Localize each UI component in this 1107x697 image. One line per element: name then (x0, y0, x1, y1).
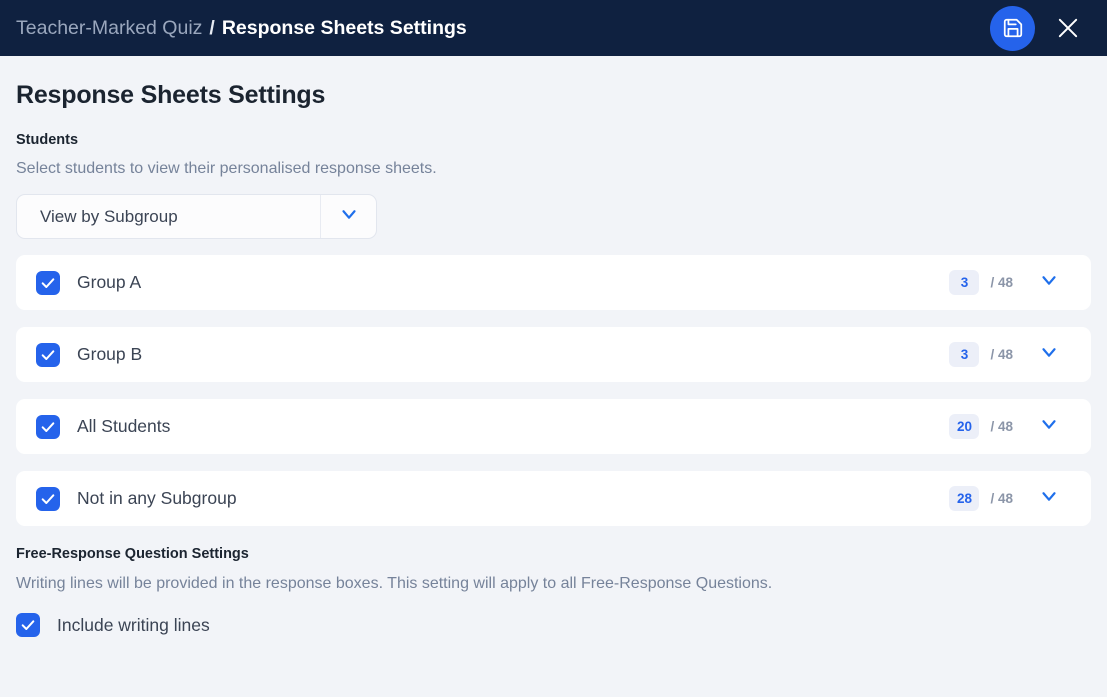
subgroup-checkbox[interactable] (36, 270, 60, 295)
students-section-label: Students (16, 132, 79, 148)
subgroup-list: Group A 3 / 48 Group B 3 / 48 All Studen… (16, 255, 1091, 526)
include-writing-lines-row[interactable]: Include writing lines (16, 613, 210, 637)
view-by-select-value: View by Subgroup (40, 206, 178, 226)
chevron-down-icon (1038, 269, 1060, 296)
subgroup-checkbox[interactable] (36, 486, 60, 511)
breadcrumb-separator: / (209, 16, 215, 39)
table-row[interactable]: All Students 20 / 48 (16, 399, 1091, 454)
subgroup-label: Group A (77, 272, 142, 292)
selected-count-badge: 28 (949, 486, 980, 511)
subgroup-row-right: 3 / 48 (949, 341, 1075, 368)
check-icon (40, 419, 56, 435)
include-writing-lines-checkbox[interactable] (16, 613, 40, 637)
table-row[interactable]: Group B 3 / 48 (16, 327, 1091, 382)
breadcrumb-current: Response Sheets Settings (221, 16, 467, 39)
subgroup-row-right: 3 / 48 (949, 269, 1075, 296)
app-header: Teacher-Marked Quiz / Response Sheets Se… (0, 0, 1107, 56)
total-count-label: / 48 (990, 491, 1013, 506)
check-icon (40, 275, 56, 291)
chevron-down-icon (1038, 485, 1060, 512)
view-by-select-arrow[interactable] (320, 195, 376, 238)
save-button[interactable] (990, 5, 1035, 51)
expand-row-button[interactable] (1023, 413, 1075, 440)
subgroup-label: All Students (77, 416, 171, 436)
table-row[interactable]: Group A 3 / 48 (16, 255, 1091, 310)
check-icon (40, 491, 56, 507)
subgroup-row-right: 28 / 48 (949, 485, 1075, 512)
settings-content: Response Sheets Settings Students Select… (0, 81, 1107, 637)
chevron-down-icon (1038, 341, 1060, 368)
subgroup-checkbox[interactable] (36, 342, 60, 367)
include-writing-lines-label: Include writing lines (57, 614, 210, 635)
selected-count-badge: 20 (949, 414, 980, 439)
chevron-down-icon (1038, 413, 1060, 440)
students-section-description: Select students to view their personalis… (16, 160, 437, 177)
subgroup-label: Not in any Subgroup (77, 488, 237, 508)
subgroup-checkbox[interactable] (36, 414, 60, 439)
check-icon (40, 347, 56, 363)
total-count-label: / 48 (990, 347, 1013, 362)
table-row[interactable]: Not in any Subgroup 28 / 48 (16, 471, 1091, 526)
subgroup-row-right: 20 / 48 (949, 413, 1075, 440)
breadcrumb: Teacher-Marked Quiz / Response Sheets Se… (16, 17, 467, 40)
free-response-section-description: Writing lines will be provided in the re… (16, 575, 773, 592)
breadcrumb-parent-link[interactable]: Teacher-Marked Quiz (16, 17, 202, 40)
check-icon (20, 617, 36, 633)
expand-row-button[interactable] (1023, 485, 1075, 512)
expand-row-button[interactable] (1023, 269, 1075, 296)
selected-count-badge: 3 (949, 270, 980, 295)
save-floppy-disk-icon (1002, 17, 1024, 39)
subgroup-label: Group B (77, 344, 143, 364)
selected-count-badge: 3 (949, 342, 980, 367)
view-by-select[interactable]: View by Subgroup (16, 194, 377, 239)
total-count-label: / 48 (990, 275, 1013, 290)
free-response-section-label: Free-Response Question Settings (16, 546, 249, 562)
expand-row-button[interactable] (1023, 341, 1075, 368)
header-actions (990, 5, 1089, 51)
chevron-down-icon (338, 203, 360, 230)
page-title: Response Sheets Settings (16, 81, 326, 109)
close-x-icon (1054, 14, 1082, 42)
total-count-label: / 48 (990, 419, 1013, 434)
close-button[interactable] (1051, 11, 1085, 45)
